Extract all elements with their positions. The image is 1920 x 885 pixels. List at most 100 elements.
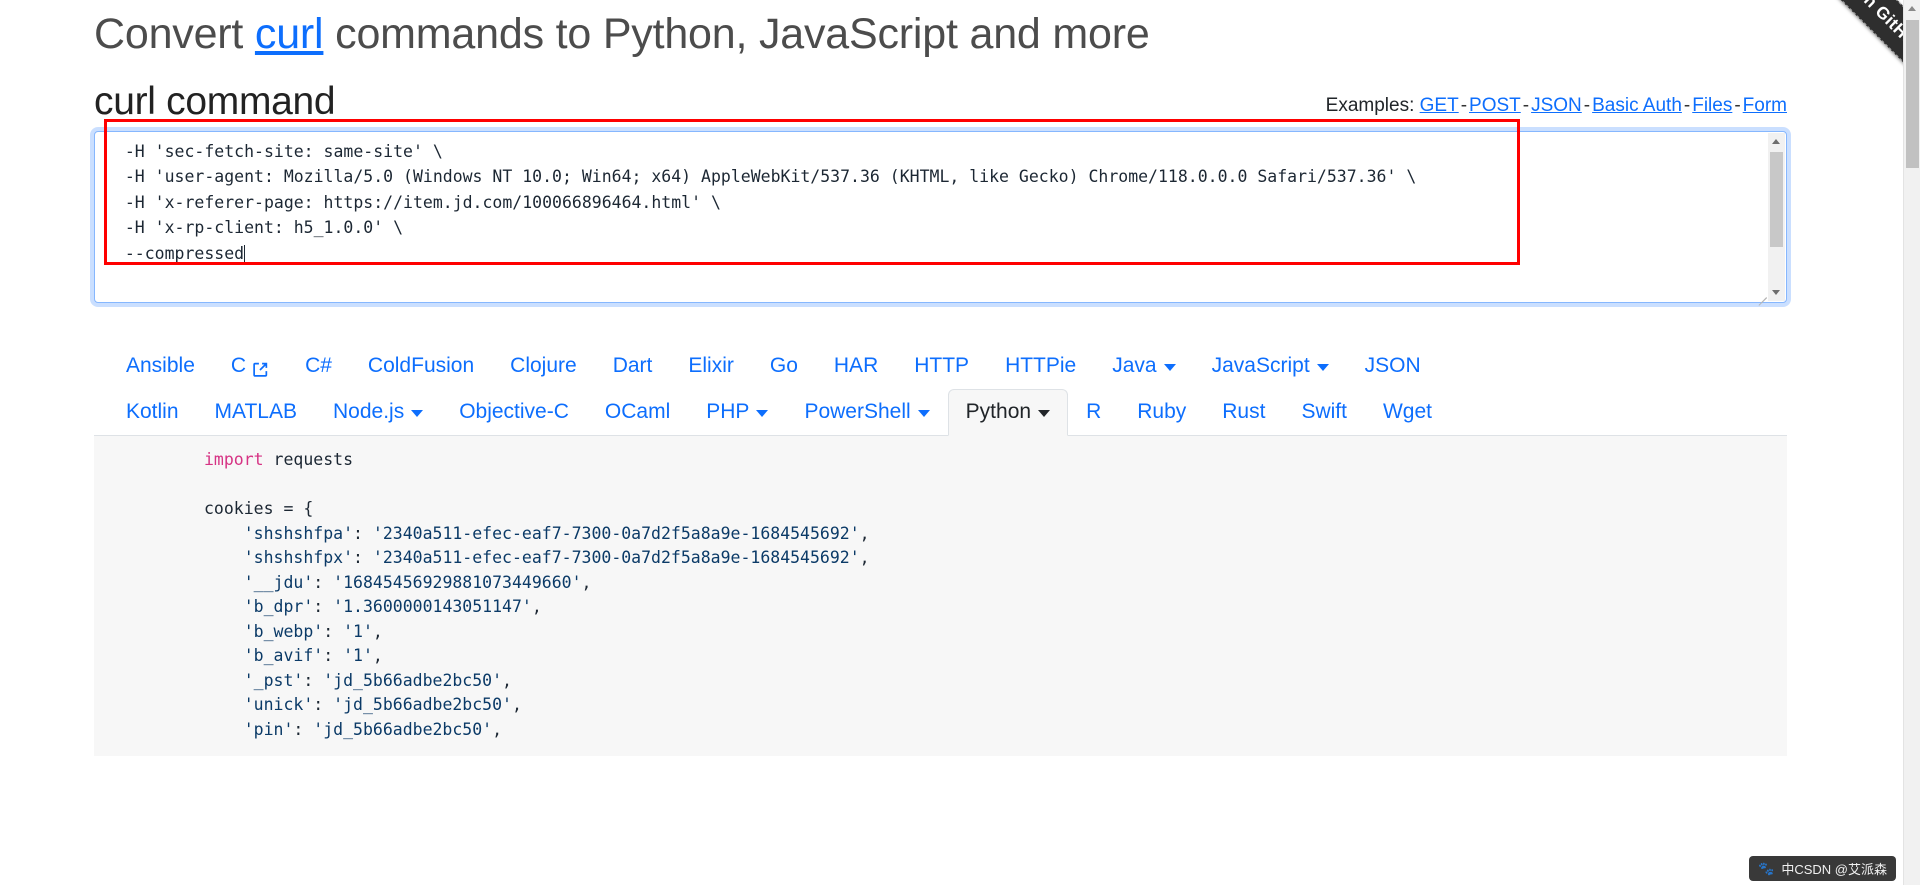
tab-label: Wget [1382,399,1432,423]
tab-label: ColdFusion [367,353,475,377]
tab-label: Swift [1301,399,1347,423]
scrollbar-up-arrow-icon[interactable] [1904,0,1920,17]
watermark-badge: 🐾 中CSDN @艾派森 [1749,856,1896,881]
tab-label: JavaScript [1211,353,1310,377]
examples-label: Examples: [1325,94,1415,116]
tab-csharp[interactable]: C# [287,343,350,390]
tab-ruby[interactable]: Ruby [1119,389,1204,436]
tab-label: Rust [1222,399,1266,423]
examples-separator: - [1522,94,1530,116]
chevron-down-icon [917,410,930,418]
tab-coldfusion[interactable]: ColdFusion [350,343,492,390]
tab-label: PowerShell [804,399,911,423]
tab-label: Objective-C [459,399,569,423]
tab-dart[interactable]: Dart [595,343,671,390]
tab-clojure[interactable]: Clojure [492,343,595,390]
example-link-files[interactable]: Files [1692,95,1732,116]
tab-httpie[interactable]: HTTPie [987,343,1094,390]
tab-javascript[interactable]: JavaScript [1194,343,1347,390]
tab-har[interactable]: HAR [816,343,896,390]
generated-code-text: import requests cookies = { 'shshshfpa':… [204,450,870,739]
examples-separator: - [1583,94,1591,116]
tab-rust[interactable]: Rust [1204,389,1283,436]
tab-label: R [1086,399,1102,423]
watermark-text: 中CSDN @艾派森 [1781,862,1887,877]
language-tab-row-2: Kotlin MATLAB Node.js Objective-C OCaml … [108,388,1787,437]
tab-elixir[interactable]: Elixir [670,343,752,390]
language-tabs: Ansible C C# ColdFusion Clojure Dart Eli… [94,343,1787,437]
page-title: Convert curl commands to Python, JavaScr… [94,0,1883,62]
scrollbar-thumb[interactable] [1906,20,1919,168]
curl-doc-link[interactable]: curl [255,10,324,58]
tab-php[interactable]: PHP [688,389,786,436]
example-link-post[interactable]: POST [1469,95,1521,116]
tab-r[interactable]: R [1068,389,1119,436]
tab-label: Kotlin [126,399,179,423]
tab-label: JSON [1364,353,1421,377]
textarea-scroll-up-icon[interactable] [1768,132,1785,150]
example-link-form[interactable]: Form [1743,95,1787,116]
chevron-down-icon [1038,410,1051,418]
tab-go[interactable]: Go [752,343,816,390]
chevron-down-icon [756,410,769,418]
examples-separator: - [1683,94,1691,116]
tab-label: Ansible [126,353,195,377]
text-caret [244,245,246,263]
chevron-down-icon [411,410,424,418]
tab-powershell[interactable]: PowerShell [786,389,947,436]
page-root: Fork me on GitHub Convert curl commands … [0,0,1920,885]
section-header: curl command Examples: GET - POST - JSON - Bas… [94,80,1883,124]
tab-c[interactable]: C [213,343,287,390]
chevron-down-icon [1316,363,1329,371]
tab-label: Go [769,353,798,377]
examples-links: Examples: GET - POST - JSON - Basic Auth - Files… [1326,95,1787,124]
tab-label: Elixir [688,353,734,377]
tab-http[interactable]: HTTP [896,343,987,390]
tab-label: Ruby [1137,399,1187,423]
tab-kotlin[interactable]: Kotlin [108,389,197,436]
tab-ansible[interactable]: Ansible [108,343,213,390]
tab-java[interactable]: Java [1094,343,1193,390]
tab-python[interactable]: Python [947,388,1069,437]
examples-separator: - [1460,94,1468,116]
tab-label: HTTP [914,353,970,377]
tab-label: MATLAB [214,399,297,423]
browser-scrollbar[interactable] [1903,0,1920,885]
tab-swift[interactable]: Swift [1283,389,1365,436]
tab-label: HAR [833,353,879,377]
example-link-basic-auth[interactable]: Basic Auth [1592,95,1682,116]
curl-command-textarea[interactable]: -H 'sec-fetch-site: same-site' \ -H 'use… [94,130,1787,306]
tab-json[interactable]: JSON [1347,343,1439,390]
page-content: Convert curl commands to Python, JavaScr… [0,0,1903,885]
tab-label: OCaml [604,399,671,423]
example-link-json[interactable]: JSON [1531,95,1582,116]
tab-nodejs[interactable]: Node.js [315,389,441,436]
language-tab-row-1: Ansible C C# ColdFusion Clojure Dart Eli… [108,343,1787,389]
generated-code-pane[interactable]: import requests cookies = { 'shshshfpa':… [94,436,1787,757]
tab-matlab[interactable]: MATLAB [197,389,315,436]
tab-objective-c[interactable]: Objective-C [441,389,587,436]
tab-label: Dart [612,353,653,377]
curl-command-text[interactable]: -H 'sec-fetch-site: same-site' \ -H 'use… [95,132,1768,302]
tab-label: Java [1112,353,1157,377]
tab-label: HTTPie [1005,353,1077,377]
tab-label: Node.js [333,399,405,423]
textarea-scrollbar[interactable] [1768,132,1785,301]
tab-wget[interactable]: Wget [1365,389,1450,436]
external-link-icon [252,358,269,378]
tab-label: C [230,353,247,377]
examples-separator: - [1734,94,1741,116]
textarea-scroll-down-icon[interactable] [1768,283,1785,301]
curl-command-value: -H 'sec-fetch-site: same-site' \ -H 'use… [124,141,1417,264]
example-link-get[interactable]: GET [1420,95,1459,116]
tab-label: C# [305,353,332,377]
tab-label: PHP [706,399,750,423]
page-title-prefix: Convert [94,10,255,58]
tab-ocaml[interactable]: OCaml [587,389,688,436]
textarea-resize-handle[interactable] [1755,288,1767,306]
chevron-down-icon [1163,363,1176,371]
tab-label: Clojure [510,353,577,377]
page-title-suffix: commands to Python, JavaScript and more [323,10,1150,58]
tab-label: Python [965,399,1032,423]
textarea-scroll-thumb[interactable] [1770,151,1783,247]
